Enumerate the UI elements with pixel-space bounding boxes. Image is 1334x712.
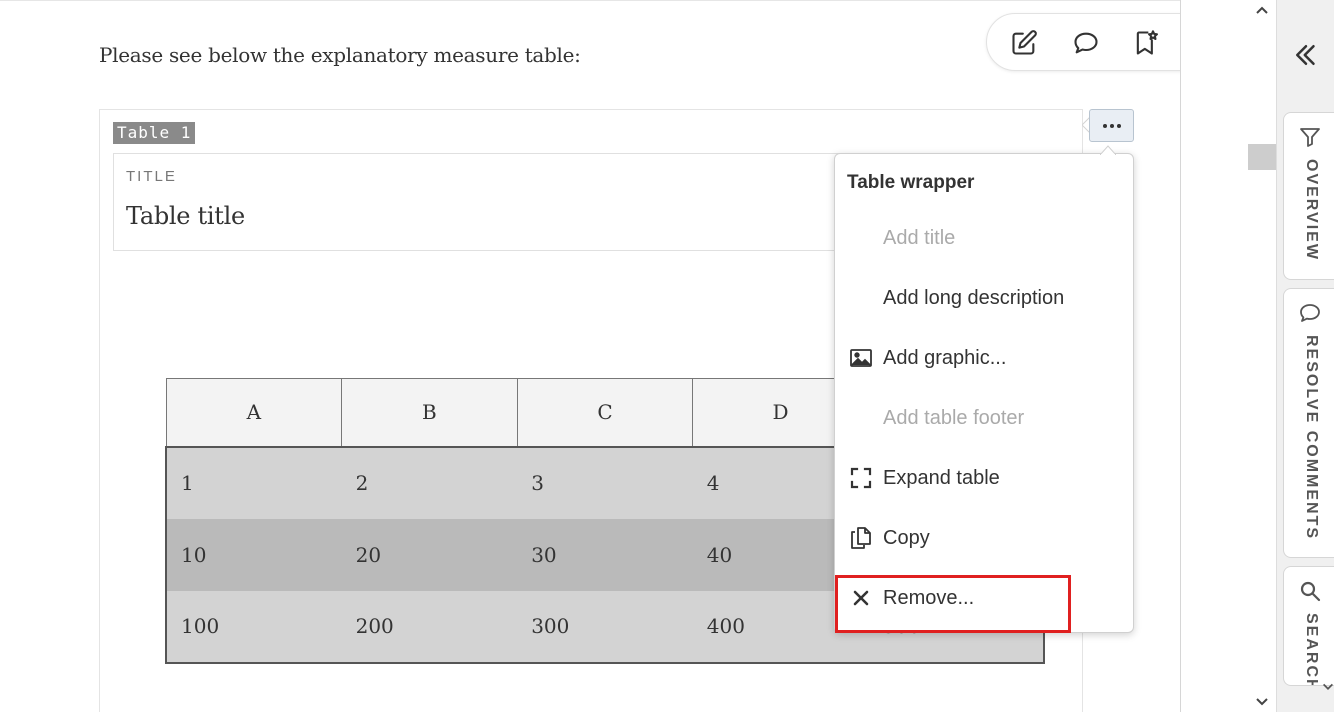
- menu-item-label: Add graphic...: [883, 346, 1007, 369]
- chevrons-left-icon[interactable]: [1291, 40, 1321, 70]
- menu-item-add-long-description[interactable]: Add long description: [835, 270, 1135, 326]
- table-cell[interactable]: 20: [341, 518, 518, 591]
- more-options-button[interactable]: [1089, 109, 1134, 142]
- comment-icon: [1074, 32, 1098, 54]
- table-title-box[interactable]: TITLE Table title: [113, 153, 853, 251]
- document-scrollbar[interactable]: [1248, 0, 1276, 712]
- table-cell[interactable]: 1: [166, 446, 342, 519]
- table-context-menu: Table wrapper Add title Add long descrip…: [834, 153, 1134, 633]
- table-cell[interactable]: 30: [517, 518, 693, 591]
- menu-item-label: Add table footer: [883, 406, 1025, 429]
- edit-button[interactable]: [1009, 28, 1039, 58]
- document-area: Please see below the explanatory measure…: [0, 0, 1180, 712]
- table-cell[interactable]: 3: [517, 446, 693, 519]
- image-icon: [849, 346, 873, 370]
- more-dots-icon: [1102, 123, 1121, 128]
- bookmark-icon: [1136, 30, 1159, 55]
- table-cell[interactable]: 300: [517, 590, 693, 663]
- column-header[interactable]: B: [341, 378, 518, 447]
- intro-paragraph: Please see below the explanatory measure…: [99, 43, 581, 67]
- edit-icon: [1012, 30, 1037, 55]
- copy-icon: [849, 526, 873, 550]
- comment-icon: [1300, 304, 1320, 322]
- tab-label: SEARCH: [1303, 613, 1320, 686]
- scroll-down-icon[interactable]: [1254, 694, 1270, 710]
- search-icon: [1300, 581, 1321, 602]
- tab-resolve-comments[interactable]: RESOLVE COMMENTS: [1283, 288, 1334, 558]
- table-cell[interactable]: 200: [341, 590, 518, 663]
- table-cell[interactable]: 2: [341, 446, 518, 519]
- menu-item-copy[interactable]: Copy: [835, 510, 1135, 566]
- menu-item-add-graphic[interactable]: Add graphic...: [835, 330, 1135, 386]
- table-cell[interactable]: 100: [166, 590, 342, 663]
- column-header[interactable]: C: [516, 378, 694, 447]
- tab-label: RESOLVE COMMENTS: [1303, 335, 1320, 541]
- menu-item-label: Add title: [883, 226, 956, 249]
- menu-item-add-title[interactable]: Add title: [835, 210, 1135, 266]
- close-icon: [849, 586, 873, 610]
- column-header[interactable]: A: [165, 378, 343, 447]
- right-side-panel: OVERVIEW RESOLVE COMMENTS SEARCH: [1276, 0, 1334, 712]
- menu-item-remove[interactable]: Remove...: [835, 570, 1135, 626]
- tab-search[interactable]: SEARCH: [1283, 566, 1334, 686]
- tab-label: OVERVIEW: [1303, 159, 1320, 261]
- menu-item-label: Copy: [883, 526, 930, 549]
- filter-icon: [1300, 128, 1320, 147]
- table-label: Table 1: [113, 122, 196, 144]
- floating-toolbar: [986, 13, 1180, 71]
- menu-item-label: Expand table: [883, 466, 1000, 489]
- table-title[interactable]: Table title: [126, 202, 245, 230]
- expand-icon: [849, 466, 873, 490]
- scroll-up-icon[interactable]: [1254, 2, 1270, 18]
- bookmark-button[interactable]: [1131, 28, 1161, 58]
- menu-item-label: Add long description: [883, 286, 1065, 309]
- table-cell[interactable]: 10: [166, 518, 342, 591]
- menu-title: Table wrapper: [847, 172, 975, 193]
- menu-item-add-table-footer[interactable]: Add table footer: [835, 390, 1135, 446]
- panel-gutter: [1181, 0, 1248, 712]
- title-caption: TITLE: [126, 168, 177, 185]
- menu-item-expand-table[interactable]: Expand table: [835, 450, 1135, 506]
- menu-caret: [1100, 145, 1116, 155]
- panel-scroll-down-icon[interactable]: [1321, 680, 1334, 694]
- scrollbar-thumb[interactable]: [1248, 144, 1276, 170]
- tab-overview[interactable]: OVERVIEW: [1283, 112, 1334, 280]
- comment-button[interactable]: [1071, 28, 1101, 58]
- menu-item-label: Remove...: [883, 586, 975, 609]
